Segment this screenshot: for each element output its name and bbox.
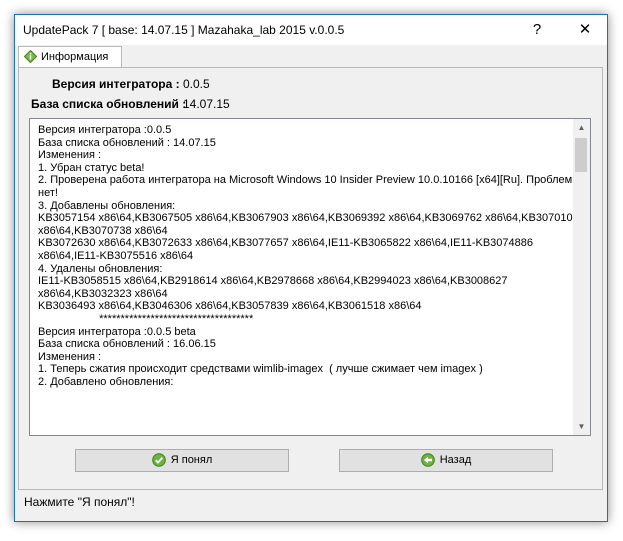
changelog-line: KB3057154 x86\64,KB3067505 x86\64,KB3067… (38, 212, 579, 225)
updates-base-label: База списка обновлений : (31, 97, 187, 111)
changelog-line: KB3072630 x86\64,KB3072633 x86\64,KB3077… (38, 237, 533, 250)
changelog-line: x86\64,KB3032323 x86\64 (38, 287, 168, 300)
changelog-line: Изменения : (38, 350, 102, 363)
changelog-line: IE11-KB3058515 x86\64,KB2918614 x86\64,K… (38, 275, 508, 288)
back-button[interactable]: Назад (339, 449, 553, 472)
changelog-line: 3. Добавлены обновления: (38, 199, 176, 212)
scroll-up-arrow-icon[interactable]: ▲ (573, 119, 590, 136)
changelog-line: x86\64,IE11-KB3075516 x86\64 (38, 249, 194, 262)
help-button[interactable]: ? (515, 15, 559, 45)
tab-strip: Информация (15, 45, 607, 67)
info-panel: Версия интегратора : 0.0.5 База списка о… (18, 67, 603, 490)
changelog-textbox[interactable]: Версия интегратора :0.0.5 База списка обн… (29, 118, 591, 436)
window-title: UpdatePack 7 [ base: 14.07.15 ] Mazahaka… (23, 23, 345, 37)
changelog-line: нет! (38, 186, 58, 199)
changelog-line: Версия интегратора :0.0.5 beta (38, 325, 196, 338)
back-arrow-circle-icon (420, 453, 435, 467)
scroll-thumb[interactable] (575, 138, 587, 172)
accept-button-label: Я понял (170, 454, 213, 466)
back-button-label: Назад (439, 454, 472, 466)
integrator-version-label: Версия интегратора : (52, 77, 180, 91)
changelog-line: 1. Убран статус beta! (38, 161, 145, 174)
tab-information[interactable]: Информация (18, 46, 122, 67)
changelog-line: 2. Добавлено обновления: (38, 375, 174, 388)
changelog-line: KB3036493 x86\64,KB3046306 x86\64,KB3057… (38, 300, 422, 313)
changelog-line: 4. Удалены обновления: (38, 262, 163, 275)
changelog-line: ************************************ (38, 312, 254, 325)
changelog-line: База списка обновлений : 14.07.15 (38, 136, 216, 149)
changelog-line: Изменения : (38, 149, 102, 162)
title-bar[interactable]: UpdatePack 7 [ base: 14.07.15 ] Mazahaka… (15, 15, 607, 45)
changelog-line: Версия интегратора :0.0.5 (38, 124, 172, 136)
check-circle-icon (151, 453, 166, 467)
vertical-scrollbar[interactable]: ▲ ▼ (573, 119, 590, 435)
integrator-version-value: 0.0.5 (183, 77, 210, 91)
close-button[interactable]: ✕ (563, 15, 607, 45)
changelog-line: База списка обновлений : 16.06.15 (38, 338, 216, 351)
updates-base-value: 14.07.15 (183, 97, 230, 111)
changelog-line: 1. Теперь сжатия происходит средствами w… (38, 363, 483, 376)
changelog-line: 2. Проверена работа интегратора на Micro… (38, 174, 573, 187)
app-window: UpdatePack 7 [ base: 14.07.15 ] Mazahaka… (14, 14, 608, 522)
status-bar-text: Нажмите "Я понял"! (24, 495, 135, 509)
scroll-down-arrow-icon[interactable]: ▼ (573, 418, 590, 435)
accept-button[interactable]: Я понял (75, 449, 289, 472)
changelog-text: Версия интегратора :0.0.5 База списка обн… (38, 124, 579, 388)
tab-information-label: Информация (41, 51, 109, 63)
info-diamond-icon (24, 50, 37, 63)
changelog-line: x86\64,KB3070738 x86\64 (38, 224, 168, 237)
